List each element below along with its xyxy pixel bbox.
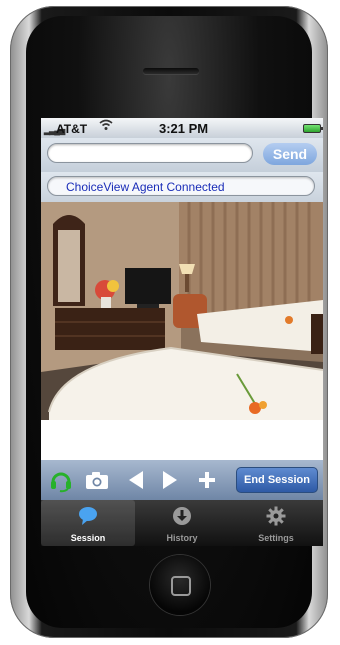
shared-hotel-room-photo bbox=[41, 202, 323, 420]
tab-session-label: Session bbox=[70, 533, 106, 543]
connection-status-bar: ChoiceView Agent Connected bbox=[41, 172, 323, 202]
status-bar: ▂▃▄▅ AT&T 3:21 PM bbox=[41, 118, 323, 138]
gear-icon bbox=[266, 506, 286, 526]
chat-bubble-icon bbox=[78, 506, 98, 526]
content-area bbox=[41, 420, 323, 460]
address-bar: Send bbox=[41, 138, 323, 172]
end-session-button[interactable]: End Session bbox=[236, 467, 318, 493]
tab-settings[interactable]: Settings bbox=[229, 500, 323, 546]
message-input[interactable] bbox=[47, 143, 253, 163]
tab-session[interactable]: Session bbox=[41, 500, 135, 546]
back-arrow-icon[interactable] bbox=[125, 466, 147, 494]
home-button[interactable] bbox=[150, 555, 210, 615]
connection-status-text: ChoiceView Agent Connected bbox=[47, 176, 315, 196]
send-button[interactable]: Send bbox=[263, 143, 317, 165]
tab-settings-label: Settings bbox=[258, 533, 294, 543]
battery-icon bbox=[303, 124, 323, 133]
download-icon bbox=[172, 506, 192, 526]
status-time: 3:21 PM bbox=[159, 121, 209, 136]
carrier-name: AT&T bbox=[56, 122, 88, 136]
home-square-icon bbox=[171, 576, 191, 596]
camera-icon[interactable] bbox=[83, 466, 111, 494]
earpiece-speaker bbox=[143, 68, 199, 74]
tab-history[interactable]: History bbox=[135, 500, 229, 546]
forward-arrow-icon[interactable] bbox=[159, 466, 181, 494]
wifi-icon bbox=[99, 119, 113, 134]
headset-icon[interactable] bbox=[47, 466, 75, 494]
tab-bar: Session History Settings bbox=[41, 500, 323, 546]
session-toolbar: End Session bbox=[41, 460, 323, 500]
tab-history-label: History bbox=[166, 533, 198, 543]
plus-icon[interactable] bbox=[195, 466, 219, 494]
phone-screen: ▂▃▄▅ AT&T 3:21 PM Send ChoiceView Agent … bbox=[41, 118, 323, 546]
